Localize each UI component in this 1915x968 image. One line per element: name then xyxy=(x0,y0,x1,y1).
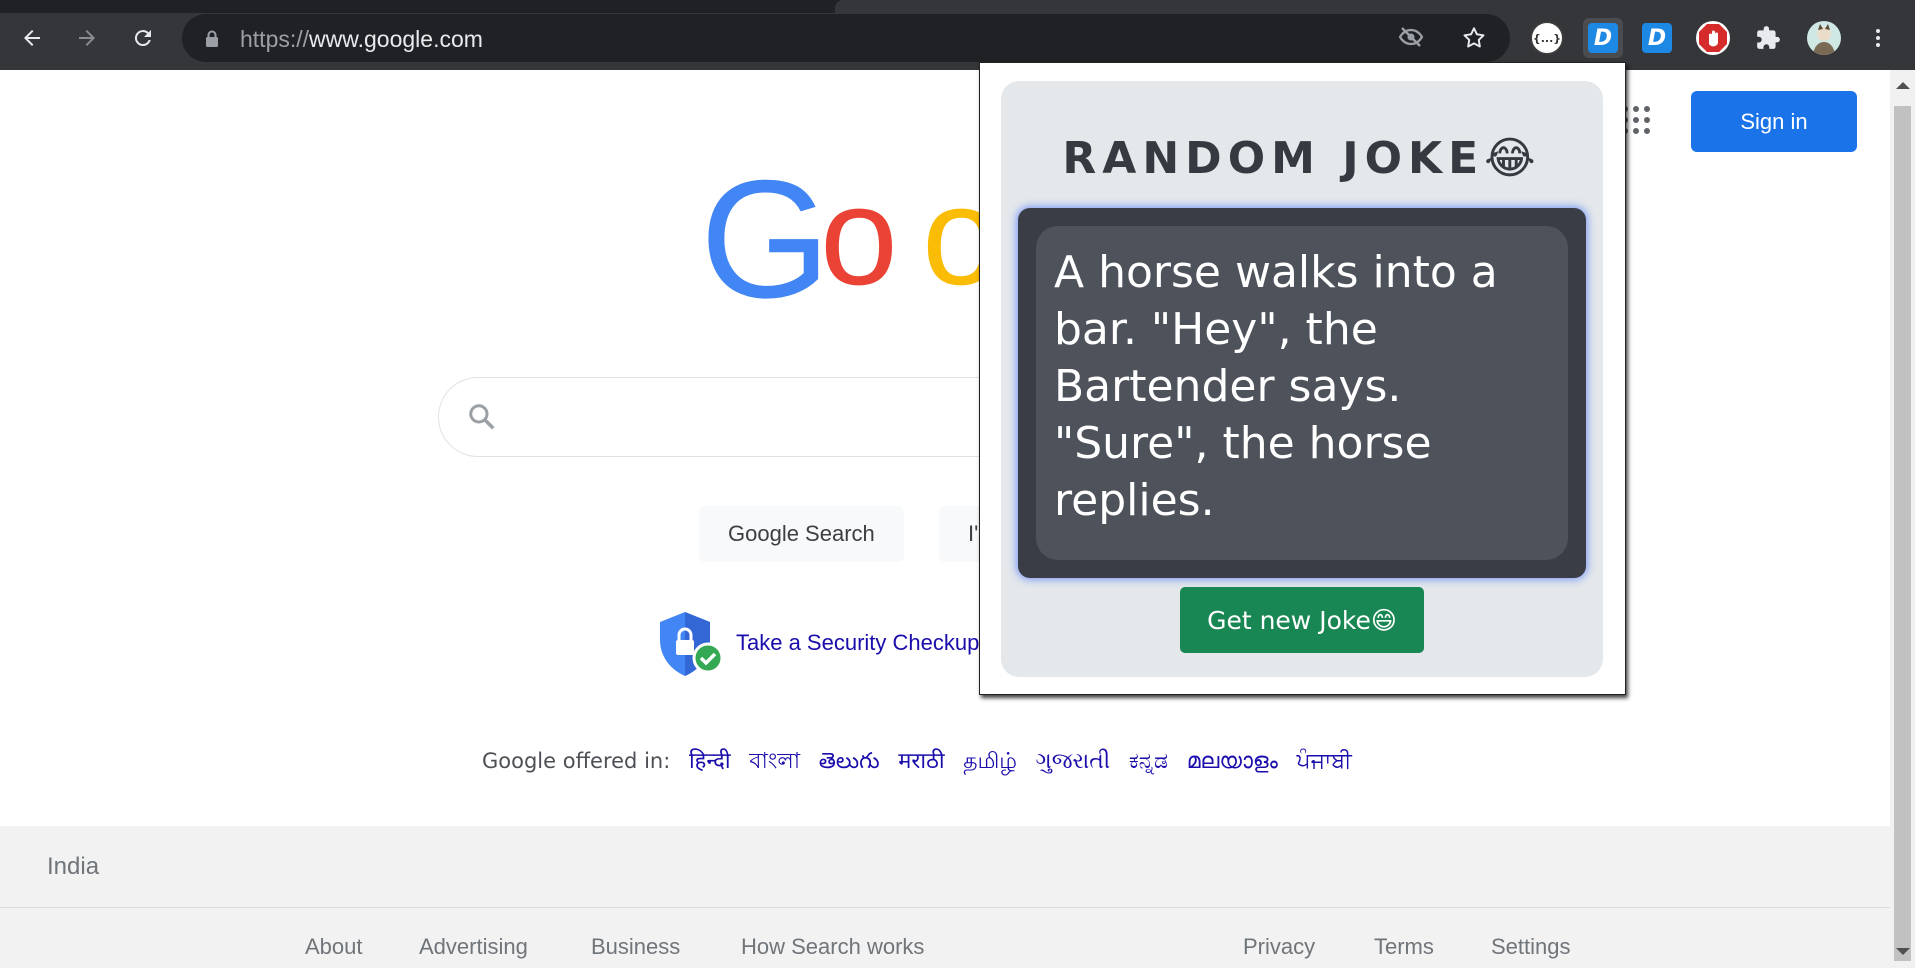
footer-divider xyxy=(0,907,1890,908)
page-scrollbar[interactable] xyxy=(1890,70,1915,968)
extensions-button[interactable] xyxy=(1748,18,1788,58)
footer-link-advertising[interactable]: Advertising xyxy=(419,934,528,960)
security-shield-icon[interactable] xyxy=(658,610,726,682)
footer-link-business[interactable]: Business xyxy=(591,934,680,960)
google-apps-icon[interactable] xyxy=(1622,106,1652,136)
language-link-punjabi[interactable]: ਪੰਜਾਬੀ xyxy=(1297,749,1352,774)
json-viewer-extension-button[interactable]: {...} xyxy=(1527,18,1567,58)
dictionary-icon: D xyxy=(1588,23,1618,53)
json-viewer-icon: {...} xyxy=(1530,21,1564,55)
logo-letter-g: G xyxy=(700,155,831,315)
dictionary-icon: D xyxy=(1642,23,1672,53)
language-link-marathi[interactable]: मराठी xyxy=(898,749,944,774)
bookmark-star-icon[interactable] xyxy=(1461,25,1487,51)
url-scheme: https:// xyxy=(240,26,310,52)
reload-button[interactable] xyxy=(127,22,159,54)
logo-letter-o1: o xyxy=(820,157,898,314)
footer-link-privacy[interactable]: Privacy xyxy=(1243,934,1315,960)
adblock-icon xyxy=(1696,21,1730,55)
sign-in-button[interactable]: Sign in xyxy=(1691,91,1857,152)
url-host: www.google.com xyxy=(309,26,483,52)
footer-link-about[interactable]: About xyxy=(305,934,363,960)
language-link-malayalam[interactable]: മലയാളം xyxy=(1187,749,1278,774)
page-footer: India About Advertising Business How Sea… xyxy=(0,826,1890,968)
language-link-kannada[interactable]: ಕನ್ನಡ xyxy=(1129,749,1168,774)
puzzle-icon xyxy=(1757,26,1780,49)
joke-panel: A horse walks into a bar. "Hey", the Bar… xyxy=(1018,208,1586,578)
language-link-gujarati[interactable]: ગુજરાતી xyxy=(1036,749,1111,774)
language-offer-row: Google offered in: हिन्दी বাংলা తెలుగు म… xyxy=(482,744,1352,781)
dictionary-extension-button-2[interactable]: D xyxy=(1637,18,1677,58)
back-arrow-icon xyxy=(24,30,40,46)
footer-link-terms[interactable]: Terms xyxy=(1374,934,1434,960)
reload-icon xyxy=(134,30,151,47)
back-button[interactable] xyxy=(16,22,48,54)
language-link-tamil[interactable]: தமிழ் xyxy=(963,749,1017,774)
dictionary-extension-button[interactable]: D xyxy=(1583,18,1623,58)
footer-link-settings[interactable]: Settings xyxy=(1491,934,1571,960)
google-search-button[interactable]: Google Search xyxy=(699,506,904,562)
get-new-joke-button[interactable]: Get new Joke😄 xyxy=(1180,587,1424,653)
offered-in-label: Google offered in: xyxy=(482,749,671,773)
joke-extension-popup: RANDOM JOKE😂 A horse walks into a bar. "… xyxy=(979,62,1626,695)
adblock-extension-button[interactable] xyxy=(1693,18,1733,58)
footer-link-how-search-works[interactable]: How Search works xyxy=(741,934,924,960)
language-link-telugu[interactable]: తెలుగు xyxy=(819,749,880,774)
popup-title: RANDOM JOKE😂 xyxy=(1062,133,1542,184)
avatar xyxy=(1807,21,1841,55)
browser-toolbar: https://www.google.com {...} D D xyxy=(0,0,1915,70)
address-bar[interactable]: https://www.google.com xyxy=(182,14,1510,62)
scroll-thumb[interactable] xyxy=(1894,106,1911,961)
language-link-hindi[interactable]: हिन्दी xyxy=(689,749,731,774)
search-icon xyxy=(469,404,495,430)
lock-icon[interactable] xyxy=(205,30,219,48)
scroll-up-arrow-icon[interactable] xyxy=(1896,82,1910,89)
forward-button[interactable] xyxy=(71,22,103,54)
footer-country: India xyxy=(47,853,100,880)
joke-box: A horse walks into a bar. "Hey", the Bar… xyxy=(1036,226,1568,560)
popup-card: RANDOM JOKE😂 A horse walks into a bar. "… xyxy=(1001,81,1603,677)
forward-arrow-icon xyxy=(79,30,95,46)
google-logo: G o o xyxy=(700,155,1020,315)
active-tab-edge[interactable] xyxy=(835,0,1915,13)
profile-button[interactable] xyxy=(1804,18,1844,58)
scroll-down-arrow-icon[interactable] xyxy=(1896,948,1910,955)
eye-off-icon[interactable] xyxy=(1398,26,1424,48)
kebab-menu-icon xyxy=(1876,29,1880,47)
joke-text: A horse walks into a bar. "Hey", the Bar… xyxy=(1054,247,1498,526)
url-text[interactable]: https://www.google.com xyxy=(240,26,483,53)
language-link-bangla[interactable]: বাংলা xyxy=(749,749,800,774)
security-checkup-link[interactable]: Take a Security Checkup xyxy=(736,630,979,656)
browser-menu-button[interactable] xyxy=(1862,22,1894,54)
